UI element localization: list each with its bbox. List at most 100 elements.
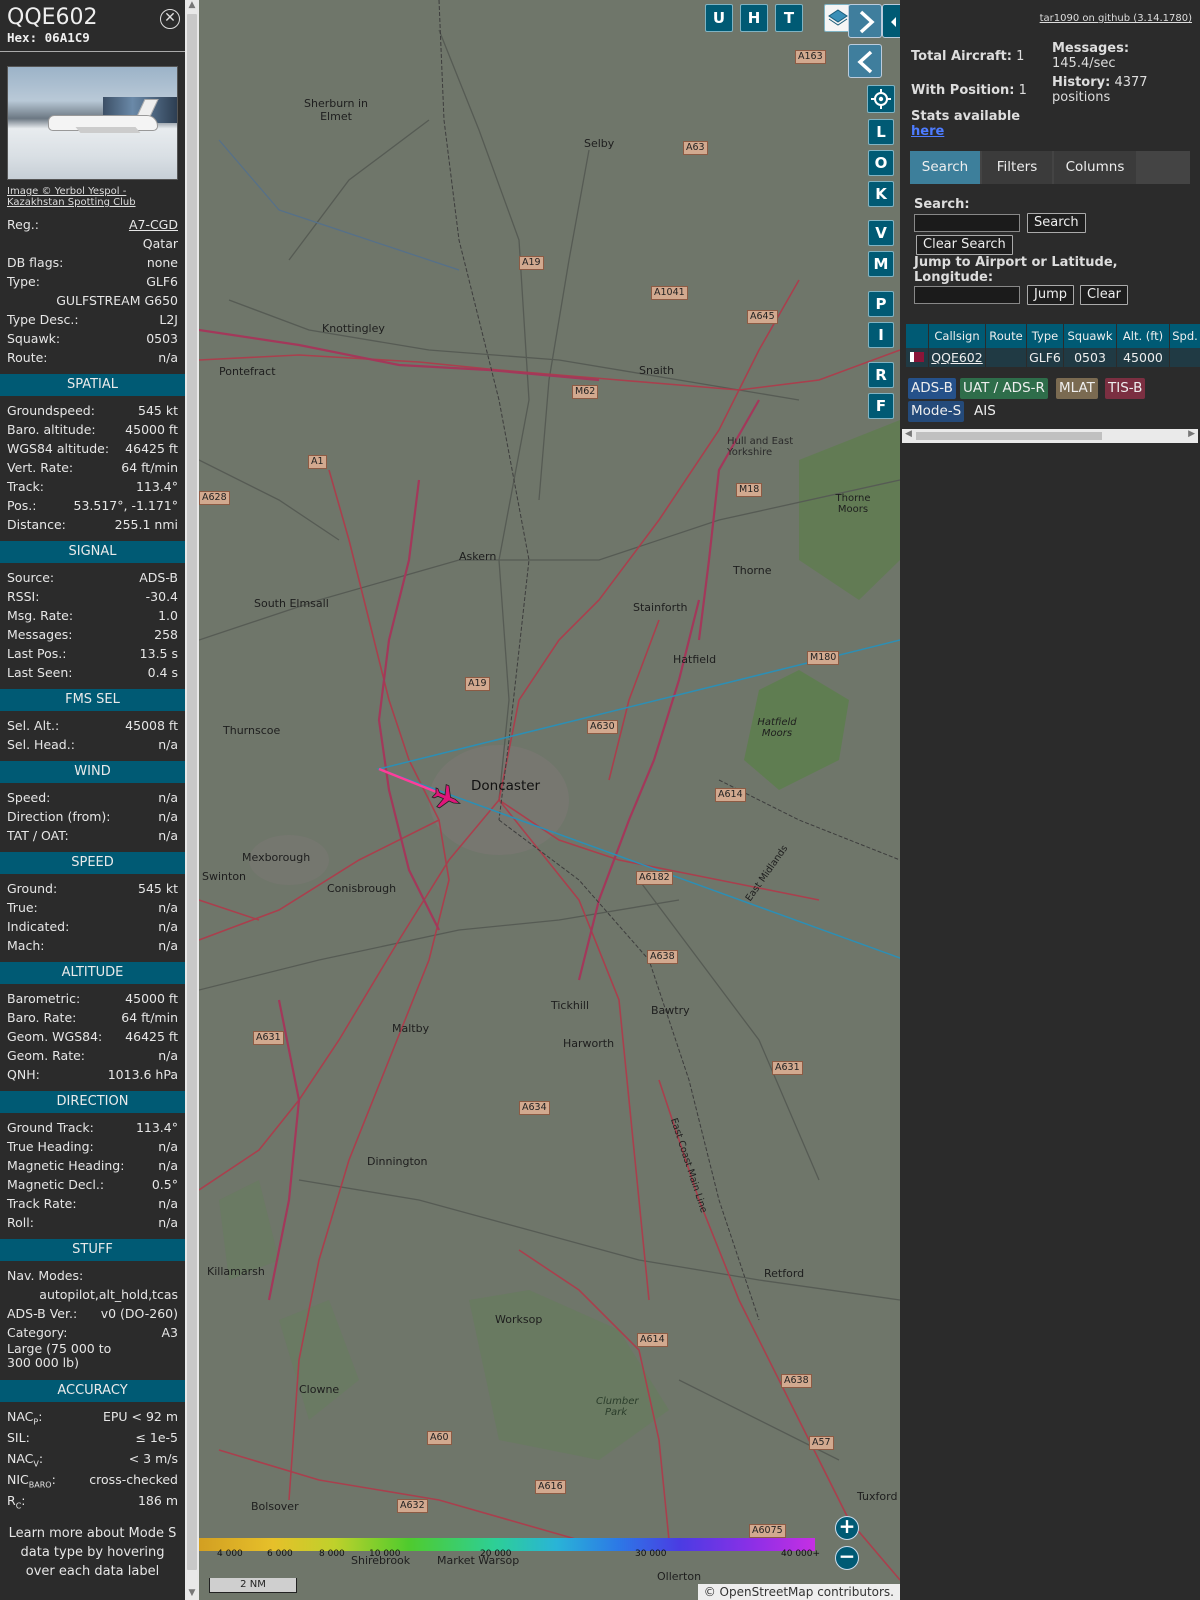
detail-label: Sel. Head.:	[7, 737, 75, 752]
toggle-l-button[interactable]: L	[868, 119, 894, 145]
table-row-flag[interactable]	[906, 348, 928, 367]
detail-value: n/a	[158, 919, 178, 934]
detail-value: n/a	[158, 1158, 178, 1173]
tab-columns[interactable]: Columns	[1054, 151, 1136, 184]
detail-label: Baro. Rate:	[7, 1010, 77, 1025]
detail-label: True Heading:	[7, 1139, 94, 1154]
toggle-o-button[interactable]: O	[868, 150, 894, 176]
legend-tick: 8 000	[319, 1549, 345, 1559]
place-label: Killamarsh	[207, 1265, 265, 1278]
detail-value: 46425 ft	[125, 1029, 178, 1044]
source-tag-tisb[interactable]: TIS-B	[1105, 378, 1146, 399]
toggle-p-button[interactable]: P	[868, 291, 894, 317]
table-row-route[interactable]	[986, 348, 1026, 367]
source-tag-uat[interactable]: UAT / ADS-R	[960, 378, 1048, 399]
detail-row: RSSI: -30.4	[0, 587, 185, 606]
table-row-speed[interactable]	[1170, 348, 1200, 367]
table-row-altitude[interactable]: 45000	[1117, 348, 1169, 367]
clear-jump-button[interactable]: Clear	[1080, 285, 1128, 305]
detail-row: Track: 113.4°	[0, 477, 185, 496]
detail-row: Ground: 545 kt	[0, 879, 185, 898]
osm-link[interactable]: OpenStreetMap	[720, 1585, 814, 1599]
search-button[interactable]: Search	[1027, 213, 1086, 233]
table-horizontal-scrollbar[interactable]: ◀ ▶	[902, 429, 1198, 443]
detail-row: Last Seen: 0.4 s	[0, 663, 185, 682]
close-sidebar-icon[interactable]: ✕	[160, 9, 180, 29]
column-header-route[interactable]: Route	[986, 324, 1026, 348]
detail-row: Baro. altitude: 45000 ft	[0, 420, 185, 439]
place-label: Thorne	[733, 564, 772, 577]
table-row-squawk[interactable]: 0503	[1064, 348, 1116, 367]
chevron-left-icon[interactable]	[848, 44, 882, 78]
stats-link[interactable]: here	[911, 124, 944, 139]
column-header-callsign[interactable]: Callsign	[929, 324, 985, 348]
table-row-type[interactable]: GLF6	[1027, 348, 1063, 367]
detail-value: n/a	[158, 828, 178, 843]
column-header-type[interactable]: Type	[1027, 324, 1063, 348]
nacv-value: < 3 m/s	[128, 1451, 178, 1466]
settings-gear-icon[interactable]	[867, 85, 895, 113]
place-label: Clumber Park	[596, 1396, 639, 1418]
toggle-m-button[interactable]: M	[868, 251, 894, 277]
toggle-i-button[interactable]: I	[868, 322, 894, 348]
toggle-k-button[interactable]: K	[868, 181, 894, 207]
aircraft-with-position: With Position: 1	[911, 83, 1027, 98]
detail-label: Messages:	[7, 627, 73, 642]
jump-label: Jump to Airport or Latitude, Longitude:	[914, 255, 1118, 285]
detail-value: 0.4 s	[147, 665, 178, 680]
column-header-squawk[interactable]: Squawk	[1064, 324, 1116, 348]
column-header-speed[interactable]: Spd.	[1170, 324, 1200, 348]
detail-row: Sel. Alt.: 45008 ft	[0, 716, 185, 735]
github-link[interactable]: tar1090 on github (3.14.1780)	[1040, 13, 1192, 24]
detail-label: Barometric:	[7, 991, 81, 1006]
detail-label: Ground:	[7, 881, 58, 896]
tab-search[interactable]: Search	[910, 151, 980, 184]
road-shield: M62	[572, 385, 599, 399]
column-header-altitude[interactable]: Alt. (ft)	[1117, 324, 1169, 348]
detail-value: n/a	[158, 1139, 178, 1154]
search-input[interactable]	[914, 214, 1020, 232]
jump-input[interactable]	[914, 286, 1020, 304]
nacp-label: NACP:	[7, 1409, 43, 1427]
detail-row: WGS84 altitude: 46425 ft	[0, 439, 185, 458]
detail-row: Sel. Head.: n/a	[0, 735, 185, 754]
detail-value: n/a	[158, 1215, 178, 1230]
road-shield: A6075	[749, 1524, 786, 1538]
toggle-v-button[interactable]: V	[868, 220, 894, 246]
learn-more-text: Learn more about Mode S data type by hov…	[8, 1526, 177, 1579]
source-tag-mlat[interactable]: MLAT	[1056, 378, 1098, 399]
detail-value: 64 ft/min	[121, 1010, 178, 1025]
tab-filters[interactable]: Filters	[982, 151, 1052, 184]
place-label: Snaith	[639, 364, 675, 377]
toggle-f-button[interactable]: F	[868, 393, 894, 419]
zoom-in-button[interactable]: +	[835, 1516, 859, 1540]
detail-value: n/a	[158, 1048, 178, 1063]
column-header-flag[interactable]	[906, 324, 928, 348]
toggle-h-button[interactable]: H	[740, 4, 768, 32]
source-tag-adsb[interactable]: ADS-B	[908, 378, 956, 399]
chevron-right-icon[interactable]	[848, 4, 882, 38]
map-attribution: © OpenStreetMap contributors.	[697, 1584, 900, 1600]
panel-tabs: Search Filters Columns	[910, 151, 1190, 184]
jump-button[interactable]: Jump	[1027, 285, 1074, 305]
toggle-t-button[interactable]: T	[775, 4, 803, 32]
clear-search-button[interactable]: Clear Search	[916, 235, 1013, 255]
sidebar-scrollbar[interactable]: ▲ ▼	[185, 0, 199, 1600]
expand-collapse-icon[interactable]	[882, 4, 900, 38]
source-tag-ais[interactable]: AIS	[971, 401, 999, 422]
table-row-callsign[interactable]: QQE602	[929, 348, 985, 367]
toggle-u-button[interactable]: U	[705, 4, 733, 32]
detail-label: Track Rate:	[7, 1196, 77, 1211]
photo-credit[interactable]: Image © Yerbol Yespol - Kazakhstan Spotti…	[7, 186, 178, 208]
info-value[interactable]: A7-CGD	[129, 215, 178, 234]
zoom-out-button[interactable]: −	[835, 1546, 859, 1570]
map-view[interactable]: Sherburn in Elmet Selby Knottingley Pont…	[199, 0, 900, 1600]
detail-label: Sel. Alt.:	[7, 718, 60, 733]
detail-value: -30.4	[145, 589, 178, 604]
aircraft-photo[interactable]	[7, 66, 178, 180]
road-shield: A638	[781, 1374, 812, 1388]
toggle-r-button[interactable]: R	[868, 362, 894, 388]
info-row: Squawk: 0503	[0, 329, 185, 348]
source-tag-modes[interactable]: Mode-S	[908, 401, 965, 422]
right-panel: tar1090 on github (3.14.1780) Total Airc…	[900, 0, 1200, 1600]
